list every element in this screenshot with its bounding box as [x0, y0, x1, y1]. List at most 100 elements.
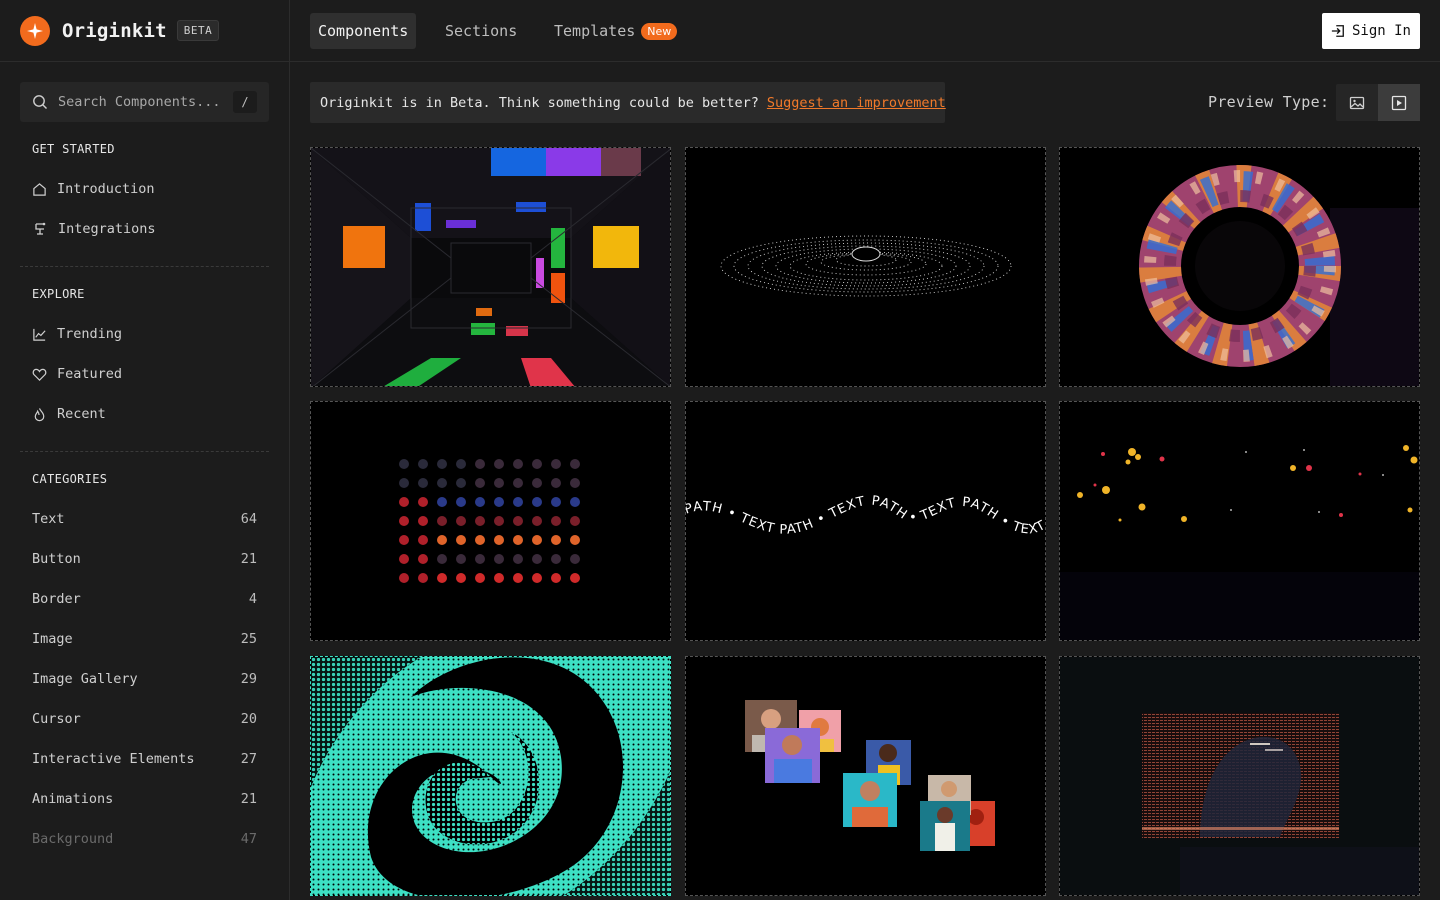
category-item-animations[interactable]: Animations 21: [32, 787, 257, 811]
grid-dot: [475, 554, 485, 564]
particle-disk-preview: [686, 148, 1045, 386]
sidebar-item-trending[interactable]: Trending: [32, 322, 122, 346]
grid-dot: [475, 459, 485, 469]
grid-dot: [570, 478, 580, 488]
brand[interactable]: Originkit BETA: [0, 0, 289, 62]
grid-dot: [418, 478, 428, 488]
preview-video-button[interactable]: [1378, 84, 1420, 121]
tab-components[interactable]: Components: [310, 13, 417, 49]
grid-dot: [418, 516, 428, 526]
category-count: 29: [240, 671, 257, 687]
grid-dot: [475, 478, 485, 488]
image-icon: [1349, 96, 1365, 109]
grid-dot: [399, 478, 409, 488]
video-icon: [1391, 95, 1407, 110]
category-item-button[interactable]: Button 21: [32, 547, 257, 571]
component-card-image-ring[interactable]: [1059, 147, 1420, 387]
top-nav: Components Sections Templates New Sign I…: [290, 0, 1440, 62]
section-title-categories: CATEGORIES: [32, 472, 108, 486]
emoji-particles-preview: [1060, 402, 1419, 640]
search-icon: [33, 95, 47, 109]
component-card-photo-scatter[interactable]: [685, 656, 1046, 896]
category-item-image[interactable]: Image 25: [32, 627, 257, 651]
component-card-text-path[interactable]: PATH • TEXT PATH • TEXT PATH • TEXT PATH…: [685, 401, 1046, 641]
component-card-ascii-portrait[interactable]: [1059, 656, 1420, 896]
grid-dot: [456, 459, 466, 469]
grid-dot: [551, 497, 561, 507]
sidebar-item-introduction[interactable]: Introduction: [32, 177, 155, 201]
sidebar-item-label: Recent: [57, 406, 106, 422]
component-card-halftone-spiral[interactable]: [310, 656, 671, 896]
tab-label: Templates: [554, 22, 636, 40]
grid-dot: [475, 573, 485, 583]
category-item-cursor[interactable]: Cursor 20: [32, 707, 257, 731]
grid-dot: [456, 573, 466, 583]
category-item-interactive-elements[interactable]: Interactive Elements 27: [32, 747, 257, 771]
grid-dot: [551, 535, 561, 545]
grid-dot: [437, 554, 447, 564]
category-count: 21: [240, 791, 257, 807]
grid-dot: [418, 459, 428, 469]
grid-dot: [494, 516, 504, 526]
component-card-tunnel[interactable]: [310, 147, 671, 387]
image-ring-preview: [1060, 148, 1419, 386]
sign-in-icon: [1331, 25, 1344, 37]
heart-icon: [32, 368, 47, 381]
grid-dot: [570, 535, 580, 545]
search-input[interactable]: Search Components... /: [20, 82, 269, 122]
sidebar-item-recent[interactable]: Recent: [32, 402, 106, 426]
grid-dot: [494, 554, 504, 564]
category-label: Button: [32, 551, 81, 567]
grid-dot: [513, 554, 523, 564]
grid-dot: [399, 459, 409, 469]
banner-text: Originkit is in Beta. Think something co…: [320, 94, 759, 111]
flame-icon: [34, 407, 45, 421]
category-item-background[interactable]: Background 47: [32, 827, 257, 851]
dot-grid-preview: [311, 402, 670, 640]
new-badge: New: [641, 22, 678, 40]
photo-tile: [920, 801, 970, 851]
category-count: 20: [240, 711, 257, 727]
suggest-improvement-link[interactable]: Suggest an improvement: [767, 95, 946, 111]
category-label: Background: [32, 831, 114, 847]
grid-dot: [437, 535, 447, 545]
preview-image-button[interactable]: [1336, 84, 1378, 121]
grid-dot: [551, 573, 561, 583]
grid-dot: [513, 516, 523, 526]
tab-templates[interactable]: Templates New: [546, 13, 685, 49]
grid-dot: [494, 459, 504, 469]
sidebar-item-label: Introduction: [57, 181, 155, 197]
category-item-text[interactable]: Text 64: [32, 507, 257, 531]
category-label: Text: [32, 511, 65, 527]
component-card-emoji-particles[interactable]: [1059, 401, 1420, 641]
sign-in-button[interactable]: Sign In: [1322, 13, 1420, 49]
tab-label: Components: [318, 22, 409, 40]
category-item-image-gallery[interactable]: Image Gallery 29: [32, 667, 257, 691]
category-label: Cursor: [32, 711, 81, 727]
grid-dot: [437, 459, 447, 469]
tunnel-preview: [311, 148, 670, 386]
search-placeholder: Search Components...: [58, 94, 221, 110]
grid-dot: [570, 573, 580, 583]
grid-dot: [513, 535, 523, 545]
sidebar-item-label: Trending: [57, 326, 123, 342]
grid-dot: [437, 516, 447, 526]
grid-dot: [494, 497, 504, 507]
grid-dot: [475, 535, 485, 545]
grid-dot: [532, 516, 542, 526]
grid-dot: [456, 516, 466, 526]
grid-dot: [551, 516, 561, 526]
component-card-particle-disk[interactable]: [685, 147, 1046, 387]
home-icon: [33, 182, 46, 196]
divider: [20, 451, 269, 452]
grid-dot: [570, 497, 580, 507]
grid-dot: [456, 554, 466, 564]
tab-sections[interactable]: Sections: [437, 13, 525, 49]
component-card-dot-grid[interactable]: [310, 401, 671, 641]
sidebar-item-integrations[interactable]: Integrations: [32, 217, 156, 241]
grid-dot: [494, 478, 504, 488]
category-item-border[interactable]: Border 4: [32, 587, 257, 611]
divider: [20, 266, 269, 267]
sign-in-label: Sign In: [1351, 23, 1411, 39]
sidebar-item-featured[interactable]: Featured: [32, 362, 122, 386]
